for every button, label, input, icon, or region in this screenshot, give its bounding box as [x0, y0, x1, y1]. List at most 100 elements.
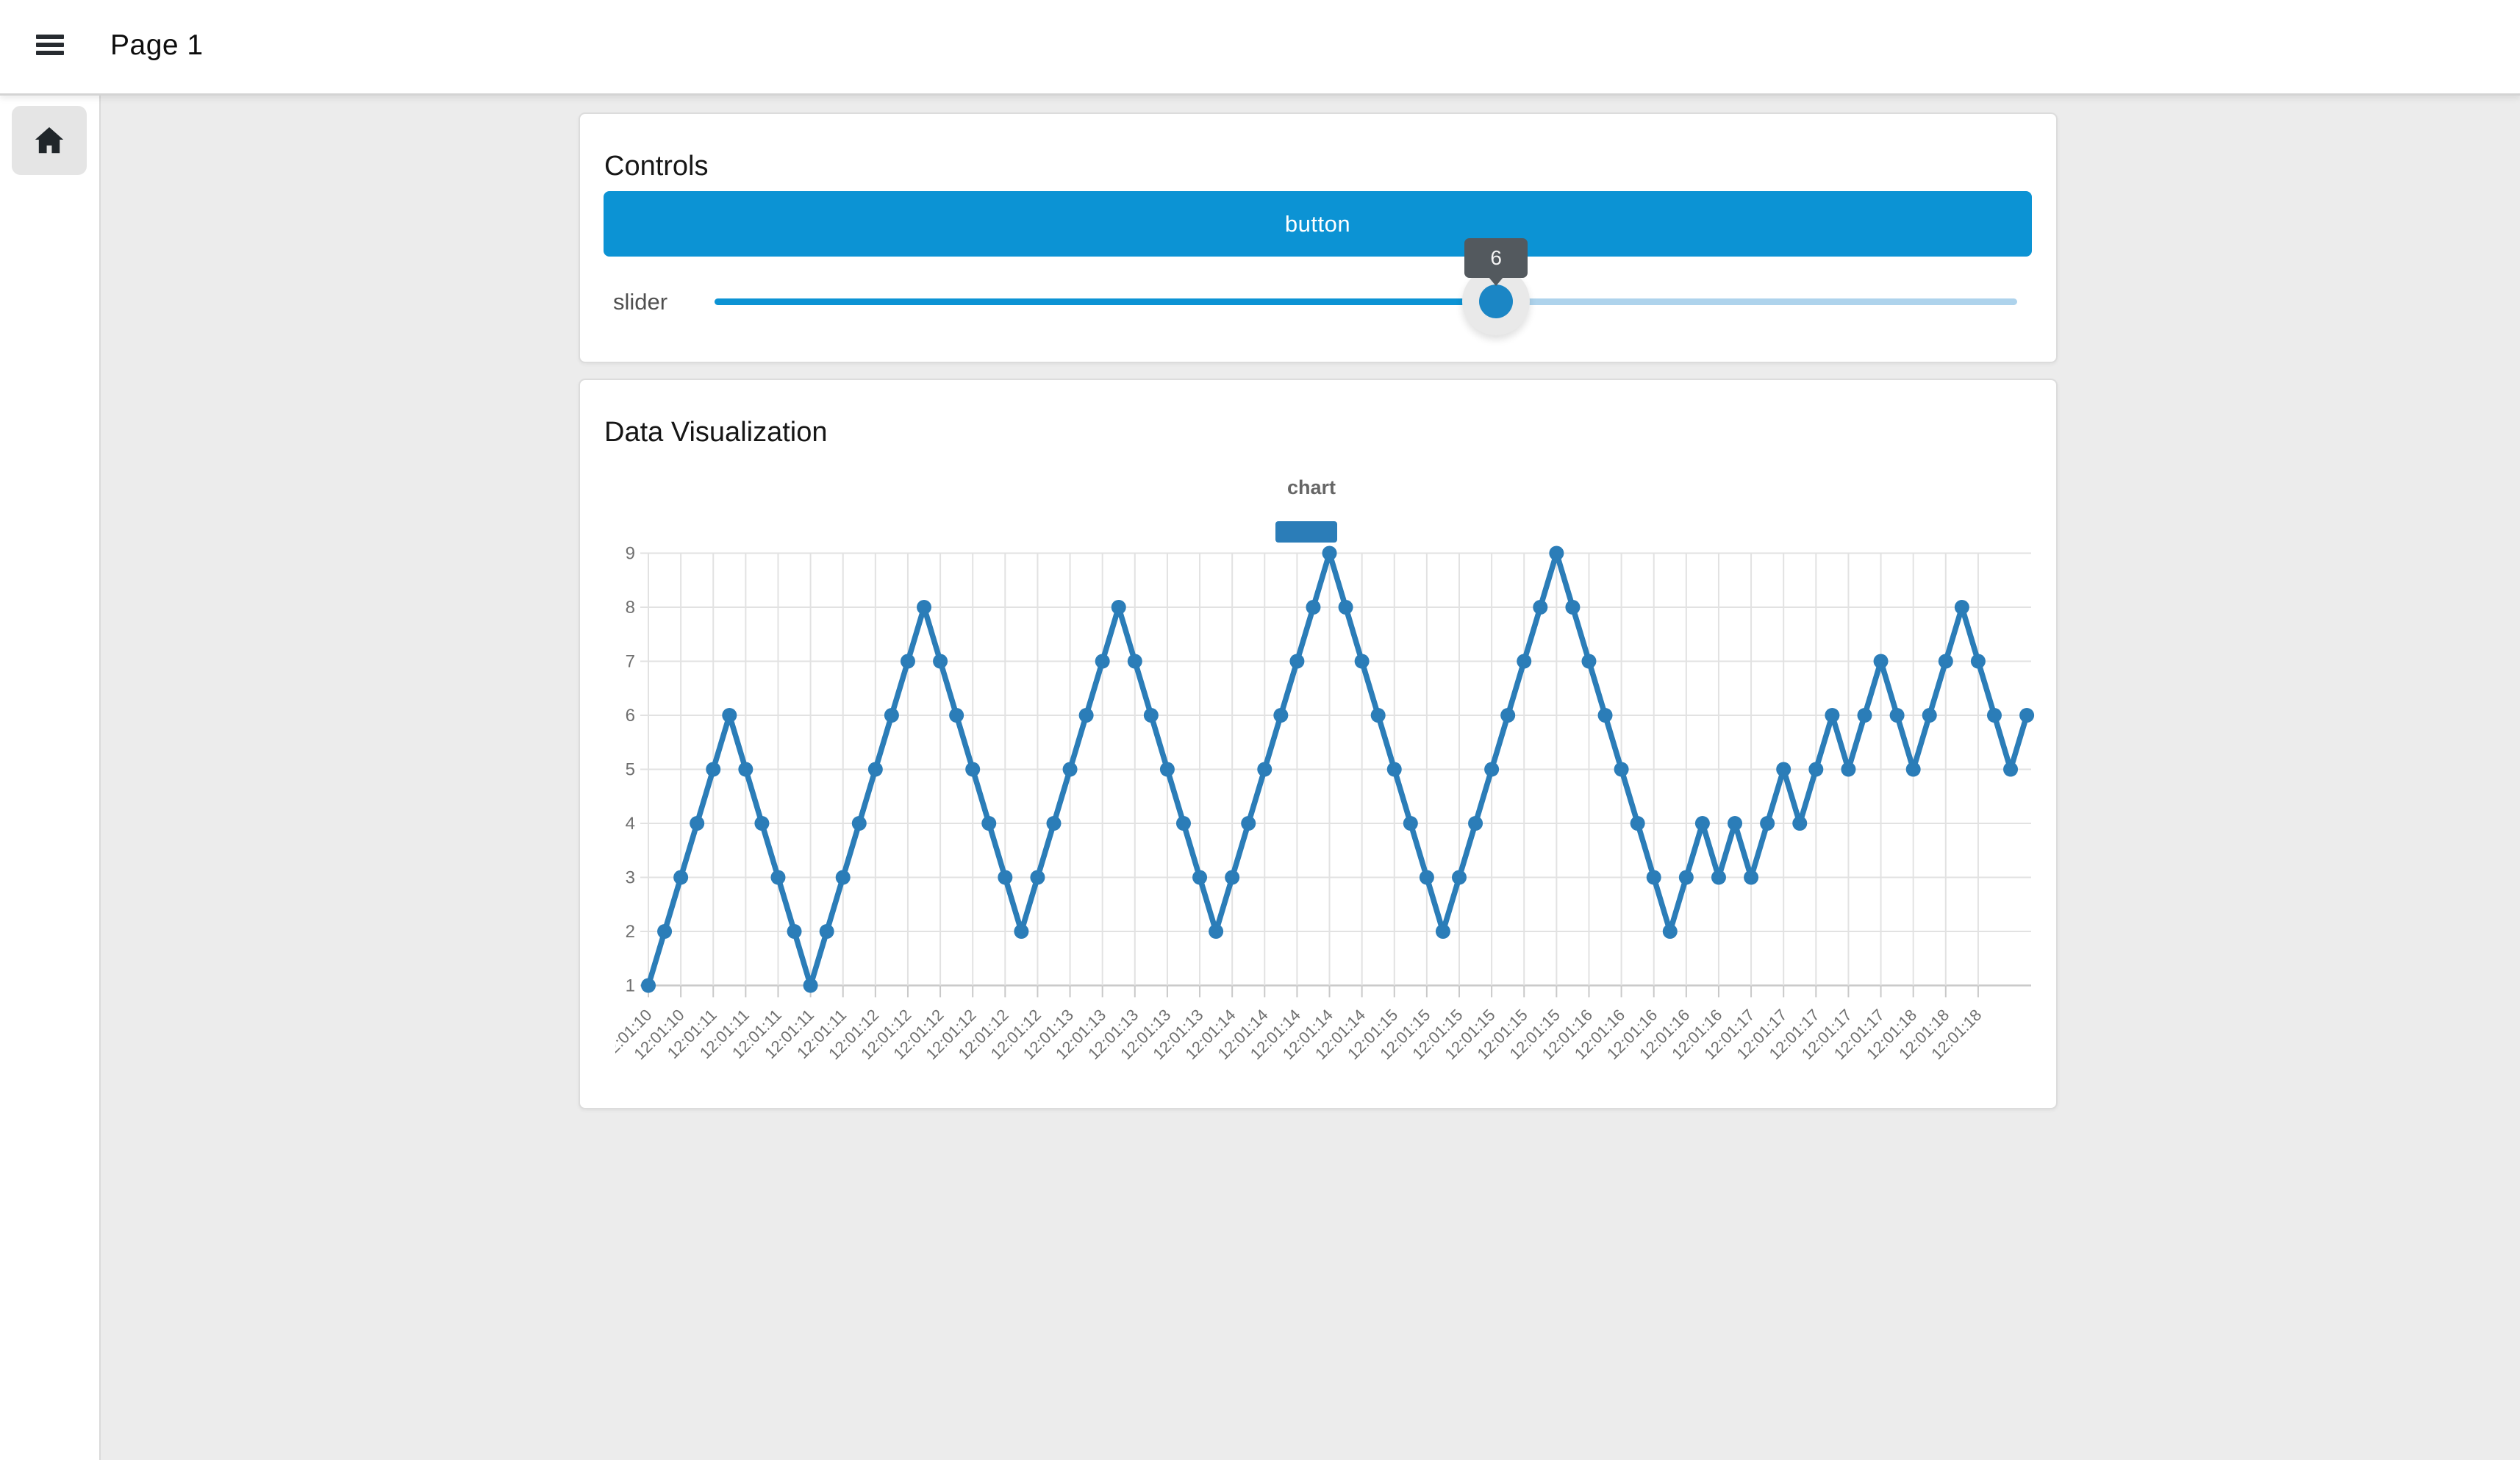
action-button[interactable]: button [604, 191, 2032, 257]
data-point [1663, 924, 1678, 939]
slider-value-tooltip: 6 [1464, 238, 1528, 278]
data-point [1955, 600, 1969, 615]
data-point [1760, 816, 1775, 831]
data-point [1808, 762, 1823, 777]
data-point [1549, 546, 1564, 561]
controls-card-title: Controls [604, 151, 709, 182]
top-bar: Page 1 [0, 0, 2520, 96]
data-point [1160, 762, 1175, 777]
chart-canvas[interactable]: 12:01:1012:01:1012:01:1112:01:1112:01:11… [615, 457, 2056, 1098]
slider-fill [715, 298, 1496, 305]
y-tick-label: 8 [626, 598, 635, 618]
data-point [2019, 708, 2034, 723]
data-point [1322, 546, 1337, 561]
data-point [1047, 816, 1062, 831]
data-point [1420, 870, 1434, 885]
data-point [1079, 708, 1094, 723]
y-tick-label: 9 [626, 544, 635, 564]
slider-value: 6 [1490, 246, 1502, 270]
data-point [1452, 870, 1467, 885]
data-point [1728, 816, 1742, 831]
y-tick-label: 6 [626, 706, 635, 726]
data-point [852, 816, 867, 831]
data-point [1776, 762, 1791, 777]
y-tick-label: 3 [626, 868, 635, 888]
data-point [820, 924, 834, 939]
data-point [1890, 708, 1905, 723]
data-point [1112, 600, 1126, 615]
data-point [1874, 654, 1889, 669]
viz-card-title: Data Visualization [604, 417, 827, 448]
data-point [1063, 762, 1078, 777]
data-point [1825, 708, 1839, 723]
data-point [998, 870, 1012, 885]
data-point [1436, 924, 1450, 939]
data-point [949, 708, 964, 723]
y-tick-label: 1 [626, 976, 635, 996]
data-point [981, 816, 996, 831]
data-point [1500, 708, 1515, 723]
data-point [1306, 600, 1320, 615]
data-point [1176, 816, 1191, 831]
data-point [1533, 600, 1547, 615]
data-point [1257, 762, 1272, 777]
data-point [1484, 762, 1499, 777]
data-point [965, 762, 980, 777]
data-point [917, 600, 931, 615]
data-point [1468, 816, 1483, 831]
data-point [690, 816, 704, 831]
data-point [1679, 870, 1694, 885]
data-point [1387, 762, 1402, 777]
controls-card: Controls button slider 6 [579, 112, 2058, 363]
data-point [868, 762, 883, 777]
data-point [1355, 654, 1370, 669]
data-point [673, 870, 688, 885]
y-tick-label: 5 [626, 760, 635, 780]
data-point [1209, 924, 1223, 939]
chart-title: chart [1287, 476, 1336, 498]
line-chart: 12:01:1012:01:1012:01:1112:01:1112:01:11… [615, 457, 2056, 1098]
data-point [1647, 870, 1661, 885]
data-point [1971, 654, 1986, 669]
home-button[interactable] [12, 106, 87, 175]
y-tick-label: 7 [626, 652, 635, 672]
data-point [1987, 708, 2002, 723]
y-tick-label: 4 [626, 814, 635, 834]
data-point [884, 708, 899, 723]
data-point [706, 762, 720, 777]
data-point [901, 654, 915, 669]
data-point [1598, 708, 1613, 723]
y-tick-label: 2 [626, 922, 635, 942]
data-point [770, 870, 785, 885]
hamburger-icon[interactable] [36, 35, 64, 60]
data-point [1841, 762, 1855, 777]
data-point [1371, 708, 1386, 723]
data-point [657, 924, 672, 939]
data-point [1225, 870, 1239, 885]
data-point [2003, 762, 2018, 777]
data-point [1744, 870, 1758, 885]
data-point [1565, 600, 1580, 615]
data-point [787, 924, 802, 939]
sidebar [0, 93, 101, 1460]
slider-track[interactable] [715, 298, 2017, 305]
data-point [1403, 816, 1418, 831]
data-point [1922, 708, 1937, 723]
page-title: Page 1 [110, 29, 204, 62]
slider-handle-knob [1479, 285, 1513, 318]
data-point [933, 654, 948, 669]
legend-swatch[interactable] [1275, 521, 1337, 543]
home-icon [32, 124, 66, 157]
slider-label: slider [613, 289, 667, 315]
data-point [1273, 708, 1288, 723]
data-point [1792, 816, 1807, 831]
data-point [1631, 816, 1645, 831]
data-point [722, 708, 737, 723]
data-point [641, 978, 656, 993]
data-point [1517, 654, 1531, 669]
data-point [1095, 654, 1110, 669]
data-point [1939, 654, 1953, 669]
data-point [1695, 816, 1710, 831]
data-point [1906, 762, 1921, 777]
data-point [1858, 708, 1872, 723]
